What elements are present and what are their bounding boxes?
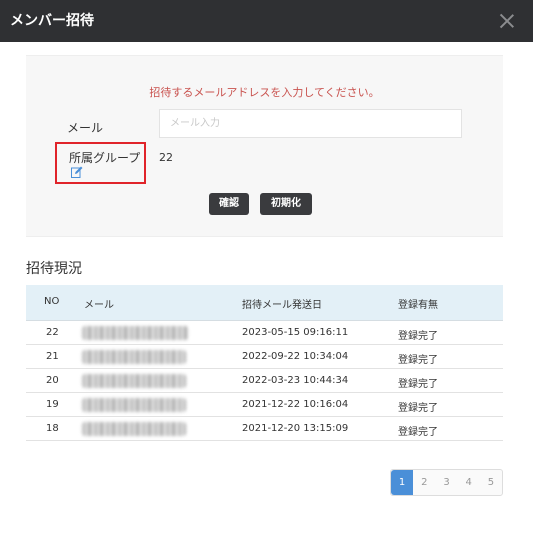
table-row: 18 2021-12-20 13:15:09 登録完了: [26, 417, 503, 441]
table-header: NO メール 招待メール発送日 登録有無: [26, 285, 503, 321]
invite-form: 招待するメールアドレスを入力してください。 メール 所属グループ 22 確認 初…: [26, 55, 503, 237]
row-date: 2021-12-20 13:15:09: [242, 423, 349, 434]
row-date: 2023-05-15 09:16:11: [242, 327, 349, 338]
row-date: 2022-09-22 10:34:04: [242, 351, 349, 362]
header-status: 登録有無: [398, 300, 438, 311]
invite-table: NO メール 招待メール発送日 登録有無 22 2023-05-15 09:16…: [26, 285, 503, 441]
row-date: 2022-03-23 10:44:34: [242, 375, 349, 386]
row-no: 22: [46, 327, 59, 338]
row-status: 登録完了: [398, 355, 438, 366]
header-no: NO: [44, 296, 60, 307]
header-date: 招待メール発送日: [242, 300, 322, 311]
redacted-email: [82, 398, 186, 412]
page-1-button[interactable]: 1: [391, 470, 414, 495]
row-no: 19: [46, 399, 59, 410]
mail-input[interactable]: [159, 109, 462, 138]
pagination: 1 2 3 4 5: [390, 469, 503, 496]
dialog-titlebar: メンバー招待: [0, 0, 533, 42]
row-status: 登録完了: [398, 427, 438, 438]
row-no: 20: [46, 375, 59, 386]
edit-icon[interactable]: [71, 166, 83, 178]
redacted-email: [82, 350, 186, 364]
instruction-text: 招待するメールアドレスを入力してください。: [149, 86, 380, 99]
table-row: 22 2023-05-15 09:16:11 登録完了: [26, 321, 503, 345]
table-row: 21 2022-09-22 10:34:04 登録完了: [26, 345, 503, 369]
reset-button[interactable]: 初期化: [260, 193, 312, 215]
page-4-button[interactable]: 4: [458, 470, 480, 495]
page-3-button[interactable]: 3: [435, 470, 457, 495]
mail-label: メール: [67, 121, 104, 135]
row-status: 登録完了: [398, 331, 438, 342]
page-5-button[interactable]: 5: [480, 470, 502, 495]
confirm-button[interactable]: 確認: [209, 193, 249, 215]
group-highlight-box: 所属グループ: [55, 142, 146, 184]
table-row: 19 2021-12-22 10:16:04 登録完了: [26, 393, 503, 417]
dialog-title: メンバー招待: [10, 13, 94, 29]
redacted-email: [82, 374, 186, 388]
row-date: 2021-12-22 10:16:04: [242, 399, 349, 410]
row-status: 登録完了: [398, 403, 438, 414]
table-row: 20 2022-03-23 10:44:34 登録完了: [26, 369, 503, 393]
redacted-email: [82, 326, 188, 340]
row-status: 登録完了: [398, 379, 438, 390]
row-no: 18: [46, 423, 59, 434]
redacted-email: [82, 422, 186, 436]
section-title: 招待現況: [26, 261, 82, 277]
row-no: 21: [46, 351, 59, 362]
group-label: 所属グループ: [69, 151, 141, 165]
group-value: 22: [159, 151, 173, 164]
page-2-button[interactable]: 2: [413, 470, 435, 495]
close-icon[interactable]: [499, 13, 515, 29]
header-mail: メール: [84, 300, 114, 311]
